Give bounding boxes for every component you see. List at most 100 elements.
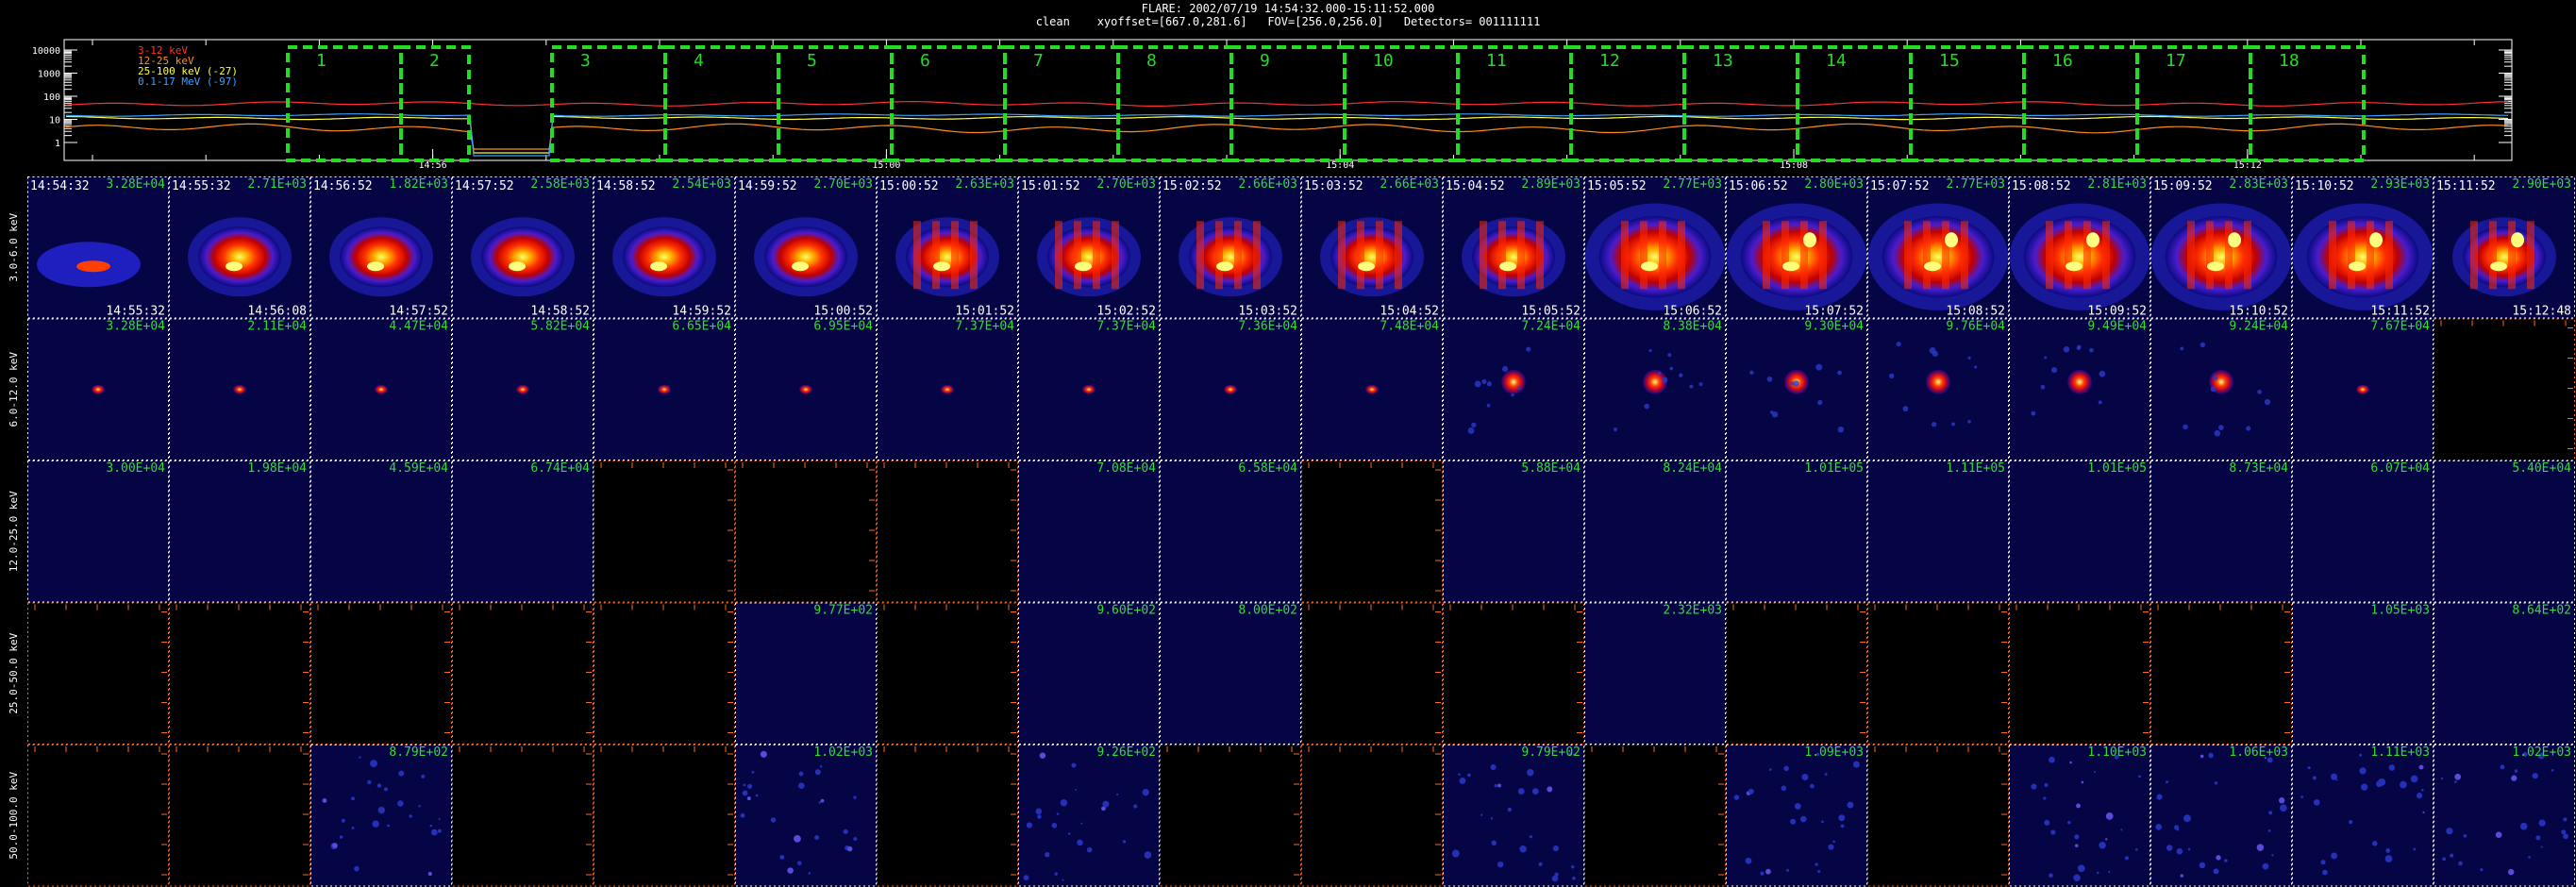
streak <box>2527 221 2534 290</box>
image-cell <box>310 602 452 745</box>
flux-max-label: 2.89E+03 <box>1521 177 1581 192</box>
image-background <box>2009 460 2150 603</box>
flux-max-label: 1.82E+03 <box>389 177 448 192</box>
noise-blob <box>2105 838 2108 841</box>
flare-emission <box>764 226 847 288</box>
point-source <box>2067 369 2092 394</box>
noise-blob <box>387 824 390 828</box>
noise-blob <box>2183 814 2191 823</box>
streak <box>2046 221 2053 290</box>
image-cell: 2.89E+03 15:04:52 15:05:52 <box>1443 176 1584 319</box>
empty-image <box>27 602 169 745</box>
noise-blob <box>1497 861 1504 868</box>
image-cell <box>2009 602 2150 745</box>
noise-blob <box>2388 764 2396 771</box>
flux-max-label: 9.49E+04 <box>2087 320 2147 334</box>
image-cell: 2.80E+03 15:06:52 15:07:52 <box>1726 176 1867 319</box>
noise-blob <box>2280 804 2287 812</box>
flux-max-label: 9.26E+02 <box>1096 745 1156 760</box>
image-cell: 7.37E+04 <box>877 318 1018 460</box>
noise-blob <box>2176 847 2183 855</box>
empty-image <box>452 745 594 887</box>
noise-blob <box>1507 807 1513 812</box>
image-background <box>2434 460 2575 603</box>
image-background <box>1584 460 1726 603</box>
start-time-label: 15:11:52 <box>2436 179 2496 193</box>
image-background <box>2292 745 2434 887</box>
flux-max-label: 2.66E+03 <box>1238 177 1297 192</box>
noise-blob <box>1837 370 1842 376</box>
image-cell <box>1443 602 1584 745</box>
image-cell <box>1867 602 2009 745</box>
noise-blob <box>2081 780 2084 784</box>
noise-blob <box>2378 778 2386 786</box>
start-time-label: 15:09:52 <box>2153 179 2213 193</box>
empty-image <box>594 602 735 745</box>
noise-blob <box>1852 761 1860 768</box>
flare-core <box>2369 232 2383 248</box>
image-background <box>1160 602 1301 745</box>
image-background <box>1443 745 1584 887</box>
noise-blob <box>1745 857 1752 864</box>
streak <box>1961 221 1968 290</box>
image-cell: 1.11E+05 <box>1867 460 2009 603</box>
noise-blob <box>429 824 433 828</box>
noise-blob <box>1035 808 1043 815</box>
start-time-label: 15:07:52 <box>1870 179 1930 193</box>
noise-blob <box>1062 879 1064 881</box>
flux-max-label: 7.08E+04 <box>1096 461 1156 476</box>
flare-core <box>1216 261 1233 272</box>
noise-blob <box>1517 788 1525 795</box>
image-cell: 2.66E+03 15:03:52 15:04:52 <box>1301 176 1443 319</box>
noise-blob <box>2213 375 2218 380</box>
image-cell: 4.59E+04 <box>310 460 452 603</box>
noise-blob <box>2098 400 2102 405</box>
noise-blob <box>1077 839 1083 846</box>
flux-max-label: 5.88E+04 <box>1521 461 1581 476</box>
streak <box>1234 221 1242 290</box>
empty-image <box>735 460 877 603</box>
noise-blob <box>398 770 405 777</box>
noise-blob <box>1142 789 1149 796</box>
noise-blob <box>2031 410 2036 416</box>
noise-blob <box>2359 767 2367 775</box>
image-background <box>27 460 169 603</box>
end-time-label: 15:06:52 <box>1663 305 1722 319</box>
empty-image <box>1867 745 2009 887</box>
noise-blob <box>359 756 361 759</box>
empty-image <box>594 460 735 603</box>
image-cell: 9.79E+02 <box>1443 745 1584 887</box>
image-cell: 1.06E+03 <box>2150 745 2292 887</box>
noise-blob <box>2099 370 2106 377</box>
noise-blob <box>1679 373 1683 377</box>
flux-max-label: 9.77E+02 <box>813 604 873 618</box>
image-background <box>2150 745 2292 887</box>
streak <box>1112 221 1119 290</box>
flare-core <box>1358 261 1375 272</box>
flare-core <box>1803 232 1816 248</box>
noise-blob <box>2044 782 2049 788</box>
noise-blob <box>2384 855 2393 863</box>
noise-blob <box>1748 788 1754 795</box>
energy-row-label: 25.0-50.0 keV <box>8 632 20 713</box>
noise-blob <box>1768 768 1772 771</box>
empty-image <box>169 745 310 887</box>
noise-blob <box>846 845 853 852</box>
noise-blob <box>2108 870 2111 873</box>
noise-blob <box>1644 403 1650 410</box>
noise-blob <box>341 818 345 823</box>
noise-blob <box>1967 420 1971 424</box>
image-cell: 2.70E+03 15:01:52 15:02:52 <box>1018 176 1160 319</box>
empty-image <box>1301 602 1443 745</box>
flux-max-label: 7.24E+04 <box>1521 320 1581 334</box>
noise-blob <box>1838 814 1846 822</box>
noise-blob <box>2551 768 2554 772</box>
image-cell: 8.00E+02 <box>1160 602 1301 745</box>
noise-blob <box>2089 347 2094 353</box>
noise-blob <box>2360 783 2368 791</box>
image-background <box>2434 602 2575 745</box>
noise-blob <box>1056 812 1060 815</box>
flux-max-label: 6.74E+04 <box>530 461 590 476</box>
noise-blob <box>1571 865 1575 869</box>
noise-blob <box>2454 780 2457 783</box>
